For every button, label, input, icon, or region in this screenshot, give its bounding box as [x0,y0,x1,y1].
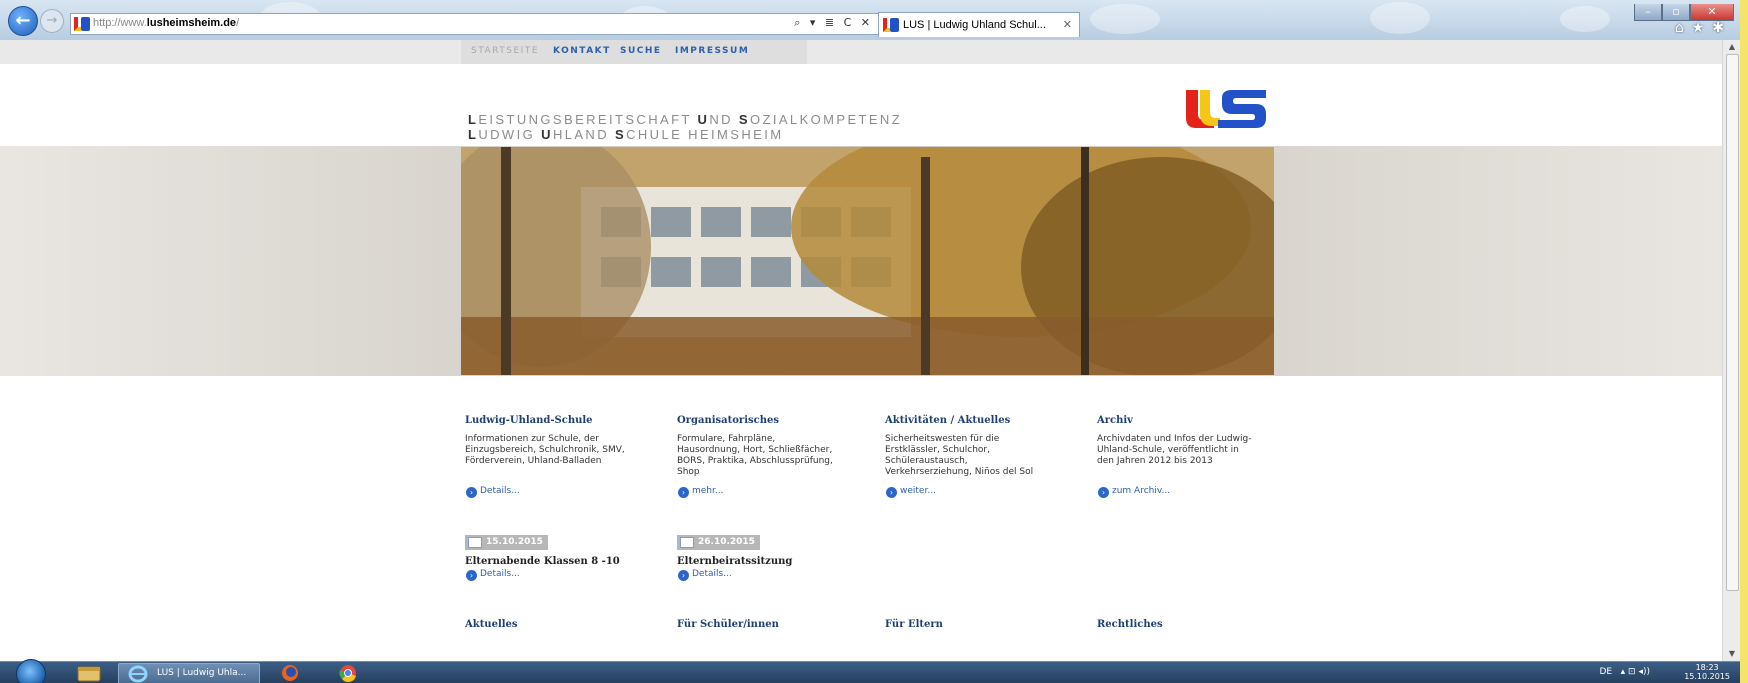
ie-taskbar-label: LUS | Ludwig Uhla... [157,668,247,678]
tab-title: LUS | Ludwig Uhland Schul... [903,19,1046,31]
archiv-link[interactable]: › zum Archiv... [1098,486,1170,498]
column-title[interactable]: Organisatorisches [677,415,779,426]
nav-impressum[interactable]: IMPRESSUM [675,46,749,56]
footer-heading-schueler[interactable]: Für Schüler/innen [677,619,779,630]
mehr-link[interactable]: › mehr... [678,486,723,498]
clock-time: 18:23 [1695,663,1719,672]
column-title[interactable]: Archiv [1097,415,1133,426]
nav-startseite[interactable]: STARTSEITE [471,46,539,56]
explorer-taskbar-icon[interactable] [70,663,106,683]
details-link[interactable]: › Details... [466,486,520,498]
arrow-circle-icon: › [678,487,689,498]
weiter-link[interactable]: › weiter... [886,486,936,498]
column-text: Formulare, Fahrpläne, Hausordnung, Hort,… [677,434,833,477]
ie-taskbar-button[interactable]: LUS | Ludwig Uhla... [118,663,260,683]
minimize-button[interactable]: – [1634,4,1662,21]
start-button[interactable] [16,659,46,683]
arrow-circle-icon: › [678,570,689,581]
school-building-photo [461,147,1274,375]
top-navigation: STARTSEITE KONTAKT SUCHE IMPRESSUM [461,40,807,64]
tagline-line-2: LUDWIG UHLAND SCHULE HEIMSHEIM [468,127,784,142]
content-area [0,376,1722,661]
event-details-link[interactable]: › Details... [678,569,732,581]
tab-favicon-icon [883,17,899,33]
browser-tab[interactable]: LUS | Ludwig Uhland Schul... ✕ [878,12,1080,37]
nav-suche[interactable]: SUCHE [620,46,662,56]
address-tools[interactable]: ⌕ ▾ ≣ C ✕ [794,16,873,30]
event-title[interactable]: Elternbeiratssitzung [677,556,792,567]
event-details-link[interactable]: › Details... [466,569,520,581]
web-page: STARTSEITE KONTAKT SUCHE IMPRESSUM LEIST… [0,40,1722,661]
nav-kontakt[interactable]: KONTAKT [553,46,611,56]
maximize-button[interactable]: ▫ [1662,4,1690,21]
tagline-line-1: LEISTUNGSBEREITSCHAFT UND SOZIALKOMPETEN… [468,112,903,127]
school-tagline: LEISTUNGSBEREITSCHAFT UND SOZIALKOMPETEN… [468,112,902,142]
column-text: Archivdaten und Infos der Ludwig-Uhland-… [1097,434,1252,466]
arrow-circle-icon: › [1098,487,1109,498]
tray-icons[interactable]: ▴ ⊡ ◂)) [1621,667,1650,677]
scrollbar-thumb[interactable] [1726,54,1739,591]
column-title[interactable]: Ludwig-Uhland-Schule [465,415,593,426]
column-text: Sicherheitswesten für die Erstklässler, … [885,434,1034,477]
arrow-circle-icon: › [466,487,477,498]
home-favorites-tools-icons[interactable]: ⌂★✱ [1675,20,1732,36]
back-button[interactable]: ← [8,6,38,36]
language-indicator[interactable]: DE [1599,667,1612,677]
scroll-down-icon[interactable]: ▼ [1723,647,1740,661]
close-window-button[interactable]: ✕ [1690,4,1734,21]
windows-taskbar: LUS | Ludwig Uhla... DE ▴ ⊡ ◂)) 18:23 15… [0,659,1740,683]
vertical-scrollbar[interactable]: ▲ ▼ [1722,40,1740,661]
screen: ← → http://www.lusheimsheim.de/ ⌕ ▾ ≣ C … [0,0,1740,683]
clock-date: 15.10.2015 [1684,672,1730,681]
footer-heading-aktuelles[interactable]: Aktuelles [465,619,518,630]
forward-button[interactable]: → [40,9,64,33]
calendar-icon [468,537,482,548]
forward-arrow-icon: → [46,13,58,28]
event-title[interactable]: Elternabende Klassen 8 -10 [465,556,620,567]
calendar-icon [680,537,694,548]
site-favicon-icon [74,16,90,32]
scroll-up-icon[interactable]: ▲ [1723,40,1740,54]
browser-chrome: ← → http://www.lusheimsheim.de/ ⌕ ▾ ≣ C … [0,0,1740,41]
event-date-badge: 26.10.2015 [677,535,760,550]
back-arrow-icon: ← [15,10,31,31]
footer-heading-rechtliches[interactable]: Rechtliches [1097,619,1163,630]
column-title[interactable]: Aktivitäten / Aktuelles [885,415,1010,426]
footer-heading-eltern[interactable]: Für Eltern [885,619,943,630]
address-bar[interactable]: http://www.lusheimsheim.de/ ⌕ ▾ ≣ C ✕ [70,13,880,35]
arrow-circle-icon: › [466,570,477,581]
school-logo[interactable] [1182,88,1272,130]
system-tray[interactable]: DE ▴ ⊡ ◂)) [1599,667,1650,677]
tab-close-icon[interactable]: ✕ [1063,18,1072,31]
column-text: Informationen zur Schule, der Einzugsber… [465,434,625,466]
firefox-taskbar-icon[interactable] [272,663,308,683]
clock[interactable]: 18:23 15.10.2015 [1684,663,1730,681]
arrow-circle-icon: › [886,487,897,498]
address-url[interactable]: http://www.lusheimsheim.de/ [93,17,239,29]
event-date-badge: 15.10.2015 [465,535,548,550]
nav-band [0,40,1722,64]
window-controls: – ▫ ✕ [1634,0,1734,21]
chrome-taskbar-icon[interactable] [330,663,366,683]
